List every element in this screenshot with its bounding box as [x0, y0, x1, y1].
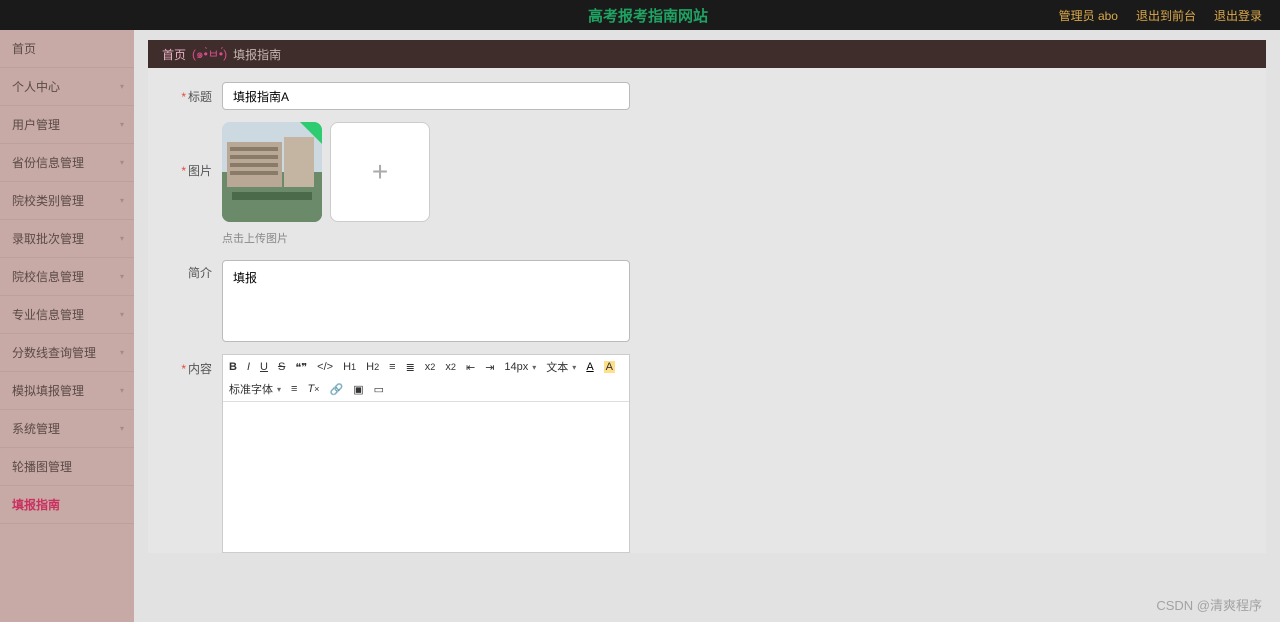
chevron-down-icon: ▾: [120, 82, 124, 91]
image-icon[interactable]: ▣: [353, 383, 363, 396]
plus-icon: +: [372, 156, 388, 188]
intro-label: 简介: [188, 266, 212, 280]
sidebar-item-label: 院校类别管理: [12, 192, 84, 209]
strike-icon[interactable]: S: [278, 361, 285, 373]
unordered-list-icon[interactable]: ≣: [406, 361, 415, 374]
sidebar-item-users[interactable]: 用户管理 ▾: [0, 106, 134, 144]
h2-icon[interactable]: H2: [366, 361, 379, 373]
subscript-icon[interactable]: x2: [425, 361, 436, 373]
chevron-down-icon: ▾: [120, 348, 124, 357]
sidebar-item-carousel[interactable]: 轮播图管理: [0, 448, 134, 486]
sidebar: 首页 个人中心 ▾ 用户管理 ▾ 省份信息管理 ▾ 院校类别管理 ▾ 录取批次管理 ▾ 院…: [0, 30, 134, 622]
sidebar-item-label: 专业信息管理: [12, 306, 84, 323]
quote-icon[interactable]: ❝❞: [295, 361, 307, 374]
bg-color-icon[interactable]: A: [604, 361, 615, 373]
sidebar-item-label: 省份信息管理: [12, 154, 84, 171]
sidebar-item-label: 首页: [12, 40, 36, 57]
sidebar-item-label: 轮播图管理: [12, 458, 72, 475]
uploaded-thumbnail[interactable]: [222, 122, 322, 222]
sidebar-item-label: 模拟填报管理: [12, 382, 84, 399]
sidebar-item-school-info[interactable]: 院校信息管理 ▾: [0, 258, 134, 296]
sidebar-item-label: 院校信息管理: [12, 268, 84, 285]
logout-link[interactable]: 退出登录: [1214, 7, 1262, 24]
bold-icon[interactable]: B: [229, 361, 237, 373]
sidebar-item-label: 填报指南: [12, 496, 60, 513]
sidebar-item-batch[interactable]: 录取批次管理 ▾: [0, 220, 134, 258]
sidebar-item-guide[interactable]: 填报指南: [0, 486, 134, 524]
sidebar-item-label: 系统管理: [12, 420, 60, 437]
image-label: 图片: [188, 164, 212, 178]
success-badge-icon: [300, 122, 322, 144]
indent-icon[interactable]: ⇤: [466, 361, 475, 374]
sidebar-item-system[interactable]: 系统管理 ▾: [0, 410, 134, 448]
underline-icon[interactable]: U: [260, 361, 268, 373]
breadcrumb-home[interactable]: 首页: [162, 46, 186, 63]
sidebar-item-label: 用户管理: [12, 116, 60, 133]
sidebar-item-score[interactable]: 分数线查询管理 ▾: [0, 334, 134, 372]
italic-icon[interactable]: I: [247, 361, 250, 373]
sidebar-item-province[interactable]: 省份信息管理 ▾: [0, 144, 134, 182]
outdent-icon[interactable]: ⇥: [485, 361, 494, 374]
sidebar-item-label: 个人中心: [12, 78, 60, 95]
sidebar-item-label: 分数线查询管理: [12, 344, 96, 361]
sidebar-item-simulate[interactable]: 模拟填报管理 ▾: [0, 372, 134, 410]
sidebar-item-label: 录取批次管理: [12, 230, 84, 247]
chevron-down-icon: ▾: [120, 386, 124, 395]
align-icon[interactable]: ≡: [291, 383, 297, 395]
superscript-icon[interactable]: x2: [445, 361, 456, 373]
breadcrumb-current: 填报指南: [233, 46, 281, 63]
font-size-select[interactable]: 14px▾: [504, 361, 536, 373]
title-label: 标题: [188, 90, 212, 104]
editor-toolbar: B I U S ❝❞ </> H1 H2 ≡ ≣ x2 x2 ⇤ ⇥ 14px▾…: [223, 355, 629, 402]
to-front-link[interactable]: 退出到前台: [1136, 7, 1196, 24]
content-label: 内容: [188, 362, 212, 376]
sidebar-item-school-type[interactable]: 院校类别管理 ▾: [0, 182, 134, 220]
chevron-down-icon: ▾: [120, 158, 124, 167]
link-icon[interactable]: 🔗: [330, 383, 344, 396]
sidebar-item-profile[interactable]: 个人中心 ▾: [0, 68, 134, 106]
font-color-icon[interactable]: A: [586, 361, 593, 373]
chevron-down-icon: ▾: [120, 196, 124, 205]
clear-format-icon[interactable]: T×: [307, 383, 319, 395]
h1-icon[interactable]: H1: [343, 361, 356, 373]
admin-label[interactable]: 管理员 abo: [1059, 7, 1118, 24]
editor-body[interactable]: [223, 402, 629, 552]
sidebar-item-major[interactable]: 专业信息管理 ▾: [0, 296, 134, 334]
chevron-down-icon: ▾: [120, 424, 124, 433]
font-family-select[interactable]: 标准字体▾: [229, 381, 281, 397]
ordered-list-icon[interactable]: ≡: [389, 361, 395, 373]
sidebar-item-home[interactable]: 首页: [0, 30, 134, 68]
text-type-select[interactable]: 文本▾: [546, 359, 576, 375]
upload-hint: 点击上传图片: [222, 230, 1252, 246]
title-input[interactable]: [222, 82, 630, 110]
site-title: 高考报考指南网站: [588, 5, 708, 26]
rich-editor: B I U S ❝❞ </> H1 H2 ≡ ≣ x2 x2 ⇤ ⇥ 14px▾…: [222, 354, 630, 553]
code-icon[interactable]: </>: [317, 361, 333, 373]
upload-add-button[interactable]: +: [330, 122, 430, 222]
breadcrumb-face: (๑•̀ㅂ•́): [192, 45, 227, 64]
video-icon[interactable]: ▭: [374, 383, 384, 396]
watermark: CSDN @清爽程序: [1156, 595, 1262, 614]
chevron-down-icon: ▾: [120, 310, 124, 319]
chevron-down-icon: ▾: [120, 120, 124, 129]
intro-textarea[interactable]: 填报: [222, 260, 630, 342]
chevron-down-icon: ▾: [120, 234, 124, 243]
chevron-down-icon: ▾: [120, 272, 124, 281]
breadcrumb: 首页 (๑•̀ㅂ•́) 填报指南: [148, 40, 1266, 68]
